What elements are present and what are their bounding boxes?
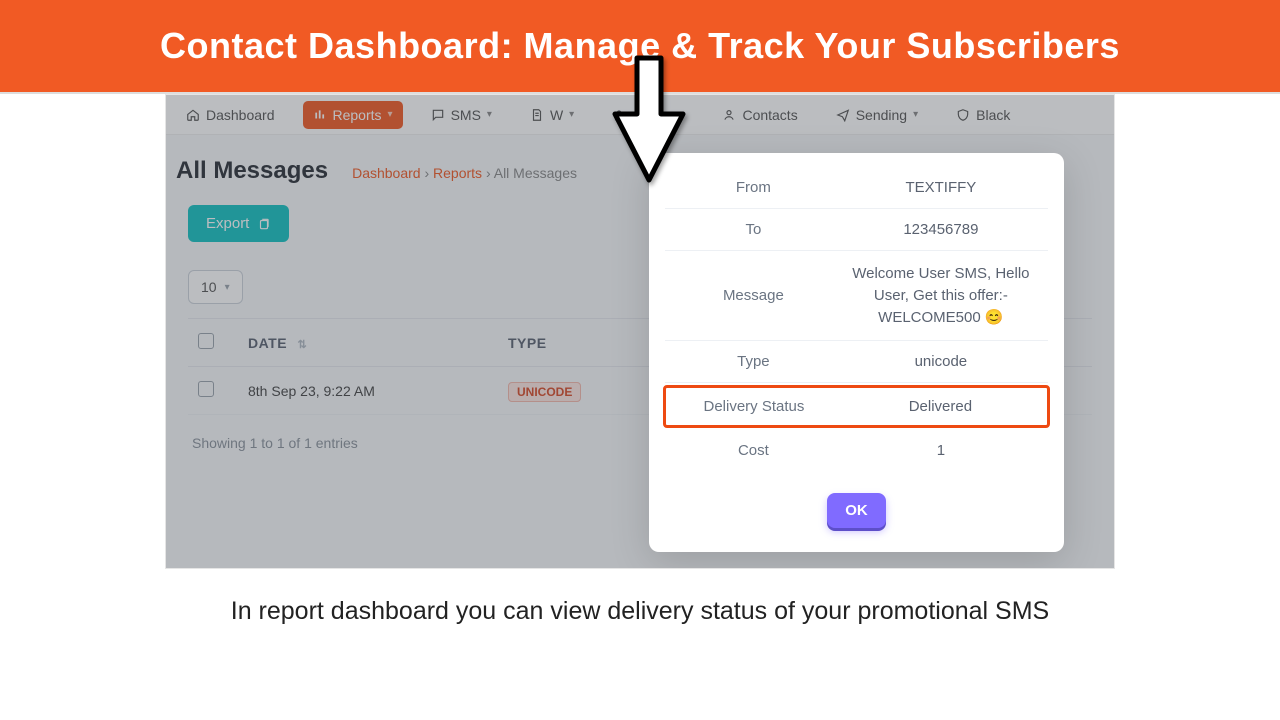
page-size-value: 10 [201,279,217,295]
chevron-down-icon: ▾ [487,109,492,120]
chevron-down-icon: ▾ [225,282,230,293]
chevron-down-icon: ▾ [569,109,574,120]
nav-label: W [550,107,563,123]
chevron-down-icon: ▾ [913,109,918,120]
nav-dashboard[interactable]: Dashboard [176,101,285,129]
chat-icon [431,108,445,122]
cell-date: 8th Sep 23, 9:22 AM [238,367,498,415]
modal-key: Cost [669,442,838,459]
nav-sending[interactable]: Sending ▾ [826,101,928,129]
nav-label: Black [976,107,1010,123]
user-icon [722,108,736,122]
sort-icon[interactable]: ⇅ [297,339,307,351]
page-size-select[interactable]: 10 ▾ [188,270,243,304]
nav-reports[interactable]: Reports ▾ [303,101,403,129]
modal-value: unicode [838,353,1044,370]
breadcrumb-item[interactable]: Dashboard [352,165,421,181]
copy-icon [257,217,271,231]
page-title: All Messages [176,157,328,185]
export-label: Export [206,215,249,232]
chevron-down-icon: ▾ [388,109,393,120]
caption-text: In report dashboard you can view deliver… [165,597,1115,626]
export-button[interactable]: Export [188,205,289,242]
modal-key: Delivery Status [670,398,838,415]
type-badge: UNICODE [508,382,581,402]
ok-button[interactable]: OK [827,493,886,528]
modal-row-to: To 123456789 [665,209,1048,251]
nav-black[interactable]: Black [946,101,1020,129]
breadcrumb-sep: › [424,165,433,181]
nav-label: Contacts [742,107,797,123]
nav-label: Sending [856,107,907,123]
col-type[interactable]: TYPE [508,335,547,351]
nav-label: SMS [451,107,481,123]
modal-row-delivery-status: Delivery Status Delivered [663,385,1050,428]
message-detail-modal: From TEXTIFFY To 123456789 Message Welco… [649,153,1064,552]
down-arrow-icon [611,54,687,186]
nav-label: Reports [333,107,382,123]
breadcrumb-sep: › [486,165,494,181]
breadcrumb: Dashboard › Reports › All Messages [352,165,577,181]
modal-key: Message [669,287,838,304]
select-all-checkbox[interactable] [198,333,214,349]
modal-value: Delivered [838,398,1043,415]
breadcrumb-item: All Messages [494,165,577,181]
modal-key: From [669,179,838,196]
modal-value: 123456789 [838,221,1044,238]
send-icon [836,108,850,122]
shield-icon [956,108,970,122]
doc-icon [530,108,544,122]
bars-icon [313,108,327,122]
modal-value: TEXTIFFY [838,179,1044,196]
modal-row-message: Message Welcome User SMS, Hello User, Ge… [665,251,1048,341]
col-date[interactable]: DATE [248,335,287,351]
nav-contacts[interactable]: Contacts [712,101,807,129]
modal-key: Type [669,353,838,370]
modal-value: Welcome User SMS, Hello User, Get this o… [838,263,1044,328]
breadcrumb-item[interactable]: Reports [433,165,482,181]
ok-label: OK [845,502,868,519]
modal-row-from: From TEXTIFFY [665,167,1048,209]
row-checkbox[interactable] [198,381,214,397]
modal-row-cost: Cost 1 [665,430,1048,471]
modal-value: 1 [838,442,1044,459]
modal-row-type: Type unicode [665,341,1048,383]
modal-key: To [669,221,838,238]
nav-sms[interactable]: SMS ▾ [421,101,502,129]
nav-w[interactable]: W ▾ [520,101,584,129]
home-icon [186,108,200,122]
nav-label: Dashboard [206,107,275,123]
